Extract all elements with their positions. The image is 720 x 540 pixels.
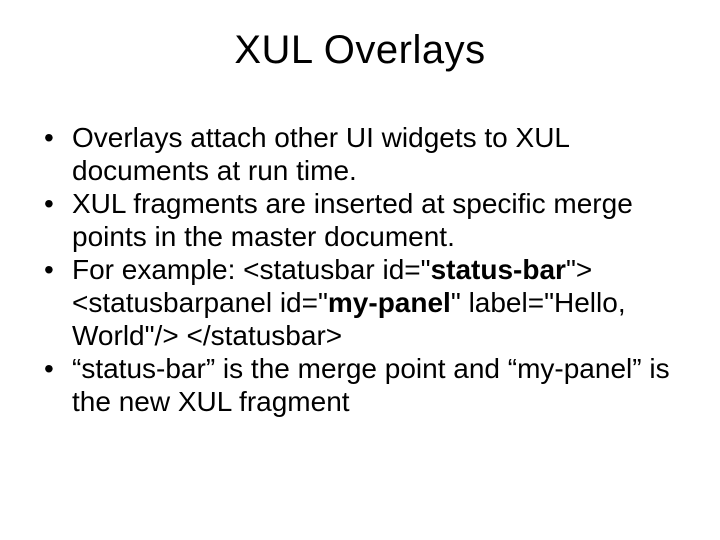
slide-title: XUL Overlays xyxy=(38,28,682,73)
list-item: “status-bar” is the merge point and “my-… xyxy=(38,352,682,418)
list-item: Overlays attach other UI widgets to XUL … xyxy=(38,121,682,187)
bullet-text: “status-bar” is the merge point and “my-… xyxy=(72,353,670,417)
bold-text: status-bar xyxy=(431,254,566,285)
bullet-list: Overlays attach other UI widgets to XUL … xyxy=(38,121,682,418)
bullet-text: Overlays attach other UI widgets to XUL … xyxy=(72,122,569,186)
slide: XUL Overlays Overlays attach other UI wi… xyxy=(0,0,720,540)
list-item: XUL fragments are inserted at specific m… xyxy=(38,187,682,253)
bold-text: my-panel xyxy=(328,287,451,318)
list-item: For example: <statusbar id="status-bar">… xyxy=(38,253,682,352)
bullet-text: For example: <statusbar id=" xyxy=(72,254,431,285)
bullet-text: XUL fragments are inserted at specific m… xyxy=(72,188,633,252)
